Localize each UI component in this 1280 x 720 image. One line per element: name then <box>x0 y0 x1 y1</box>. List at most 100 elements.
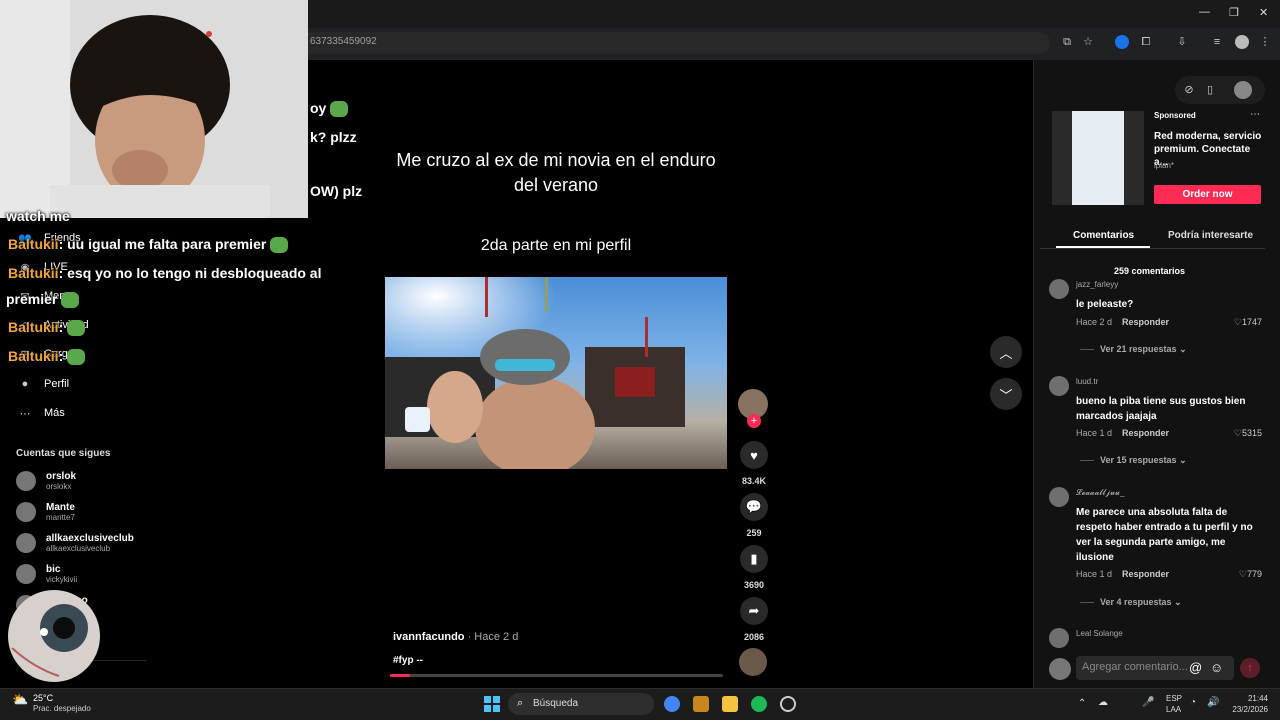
app-taskbar-icon[interactable] <box>693 696 709 712</box>
video-hashtags[interactable]: #fyp -- <box>393 655 423 666</box>
sponsored-label: Sponsored <box>1154 111 1196 120</box>
comment-likes[interactable]: ♡779 <box>1222 569 1262 580</box>
chrome-taskbar-icon[interactable] <box>664 696 680 712</box>
cloud-icon[interactable]: ☁ <box>1098 697 1108 708</box>
video-caption: Me cruzo al ex de mi novia en el enduro … <box>396 150 716 195</box>
sidebar-item-label: Más <box>44 407 65 419</box>
close-button[interactable]: ✕ <box>1259 6 1268 19</box>
extension-icon[interactable] <box>1115 35 1129 49</box>
following-item[interactable]: bic vickykivii <box>16 564 77 584</box>
avatar[interactable] <box>1049 628 1069 648</box>
chat-message: Baltukii: uu igual me falta para premier <box>8 236 289 254</box>
spotify-icon[interactable] <box>751 696 767 712</box>
next-video-button[interactable]: ﹀ <box>990 378 1022 410</box>
maximize-button[interactable]: ❐ <box>1229 6 1239 19</box>
following-title: Cuentas que sigues <box>16 448 111 459</box>
language-code[interactable]: ESP <box>1166 694 1182 703</box>
windows-start-icon[interactable] <box>484 696 500 712</box>
following-item[interactable]: Mante mantte7 <box>16 502 75 522</box>
taskbar-search[interactable]: ⌕ Búsqueda <box>508 693 654 715</box>
chevron-down-icon: ﹀ <box>999 387 1013 403</box>
video-player[interactable] <box>385 277 727 469</box>
following-handle: vickykivii <box>46 575 78 584</box>
bookmark-star-icon[interactable]: ☆ <box>1081 35 1095 49</box>
chevron-up-icon: ︿ <box>999 345 1013 361</box>
volume-icon[interactable]: 🔊 <box>1207 697 1219 708</box>
clock-date: 23/2/2026 <box>1232 705 1268 714</box>
comment-username[interactable]: Leal Solange <box>1076 629 1123 638</box>
mic-icon[interactable]: 🎤 <box>1142 697 1154 708</box>
ad-thumbnail[interactable] <box>1052 111 1144 205</box>
install-icon[interactable]: ⧉ <box>1060 35 1074 49</box>
comment-time: Hace 2 d <box>1076 317 1113 327</box>
compass-icon[interactable]: ⊘ <box>1182 83 1196 97</box>
following-item[interactable]: allkaexclusiveclub allkaexclusiveclub <box>16 533 134 553</box>
clock-time[interactable]: 21:44 <box>1234 694 1268 703</box>
chat-message: k? plzz <box>310 129 357 145</box>
obs-icon[interactable] <box>780 696 796 712</box>
more-icon: ⋯ <box>19 407 31 420</box>
tray-chevron-icon[interactable]: ⌃ <box>1078 698 1086 709</box>
video-author[interactable]: ivannfacundo · Hace 2 d <box>393 631 518 643</box>
profile-avatar-icon[interactable] <box>1235 35 1249 49</box>
ad-options-icon[interactable]: ⋯ <box>1250 109 1260 120</box>
sidebar-item-ms[interactable]: ⋯ Más <box>18 405 65 421</box>
minimize-button[interactable]: — <box>1199 6 1210 18</box>
previous-video-button[interactable]: ︿ <box>990 336 1022 368</box>
avatar[interactable] <box>1049 376 1069 396</box>
send-button[interactable]: ↑ <box>1240 658 1260 678</box>
order-now-button[interactable]: Order now <box>1154 185 1261 204</box>
kebab-menu-icon[interactable]: ⋮ <box>1258 35 1272 49</box>
tab-comments[interactable]: Comentarios <box>1073 230 1134 241</box>
reply-button[interactable]: Responder <box>1122 317 1169 327</box>
comment-count-header: 259 comentarios <box>1114 266 1186 276</box>
comment-text: Me parece una absoluta falta de respeto … <box>1076 507 1253 563</box>
comment-likes[interactable]: ♡5315 <box>1222 428 1262 439</box>
media-icon[interactable]: ≡ <box>1210 35 1224 49</box>
chevron-down-icon: ⌄ <box>1179 344 1187 354</box>
view-replies-button[interactable]: Ver 15 respuestas ⌄ <box>1080 455 1187 466</box>
like-button[interactable]: ♥ <box>740 441 768 469</box>
comment-like-count: 1747 <box>1241 317 1262 327</box>
video-progress-track[interactable] <box>390 674 723 677</box>
reply-button[interactable]: Responder <box>1122 428 1169 438</box>
emoji-icon[interactable]: ☺ <box>1210 660 1223 675</box>
mobile-icon[interactable]: ▯ <box>1203 83 1217 97</box>
comment-time: Hace 1 d <box>1076 428 1113 438</box>
layout-code: LAA <box>1166 705 1182 714</box>
replies-line <box>1080 460 1094 462</box>
user-avatar[interactable] <box>1234 81 1252 99</box>
comment-button[interactable]: 💬 <box>740 493 768 521</box>
mention-icon[interactable]: @ <box>1189 660 1202 675</box>
file-explorer-icon[interactable] <box>722 696 738 712</box>
wifi-icon[interactable]: ◔ <box>1190 697 1196 708</box>
comment-likes[interactable]: ♡1747 <box>1222 317 1262 328</box>
comment-text: le peleaste? <box>1076 299 1134 310</box>
search-label: Búsqueda <box>533 698 579 709</box>
emote-icon <box>67 349 86 366</box>
save-button[interactable]: ▮ <box>740 545 768 573</box>
avatar <box>16 533 36 553</box>
weather-icon[interactable]: ⛅ <box>12 692 28 708</box>
comment-username[interactable]: luud.tr <box>1076 377 1098 386</box>
tab-might-interest[interactable]: Podría interesarte <box>1168 230 1253 241</box>
chat-text: : esq yo no lo tengo ni desbloqueado al <box>58 265 322 281</box>
music-disc-icon[interactable] <box>739 648 767 676</box>
downloads-icon[interactable]: ⇩ <box>1175 35 1189 49</box>
share-button[interactable]: ➦ <box>740 597 768 625</box>
following-item[interactable]: orslok orslokx <box>16 471 76 491</box>
address-bar[interactable] <box>300 32 1050 54</box>
view-replies-button[interactable]: Ver 21 respuestas ⌄ <box>1080 344 1187 355</box>
follow-plus-icon[interactable]: + <box>747 414 761 428</box>
puzzle-icon[interactable]: ⧠ <box>1139 35 1153 49</box>
comment-username[interactable]: 𝓛𝓮𝓪𝓪𝓪𝓵𝓵𝓳𝓾𝓾_ <box>1076 488 1125 498</box>
author-name[interactable]: ivannfacundo <box>393 631 465 643</box>
comment-username[interactable]: jazz_farleyy <box>1076 280 1118 289</box>
share-count: 2086 <box>743 632 765 642</box>
avatar[interactable] <box>1049 487 1069 507</box>
sidebar-item-perfil[interactable]: ● Perfil <box>18 376 69 392</box>
avatar[interactable] <box>1049 279 1069 299</box>
comment-bubble-icon: 💬 <box>745 499 763 514</box>
reply-button[interactable]: Responder <box>1122 569 1169 579</box>
view-replies-button[interactable]: Ver 4 respuestas ⌄ <box>1080 597 1182 608</box>
